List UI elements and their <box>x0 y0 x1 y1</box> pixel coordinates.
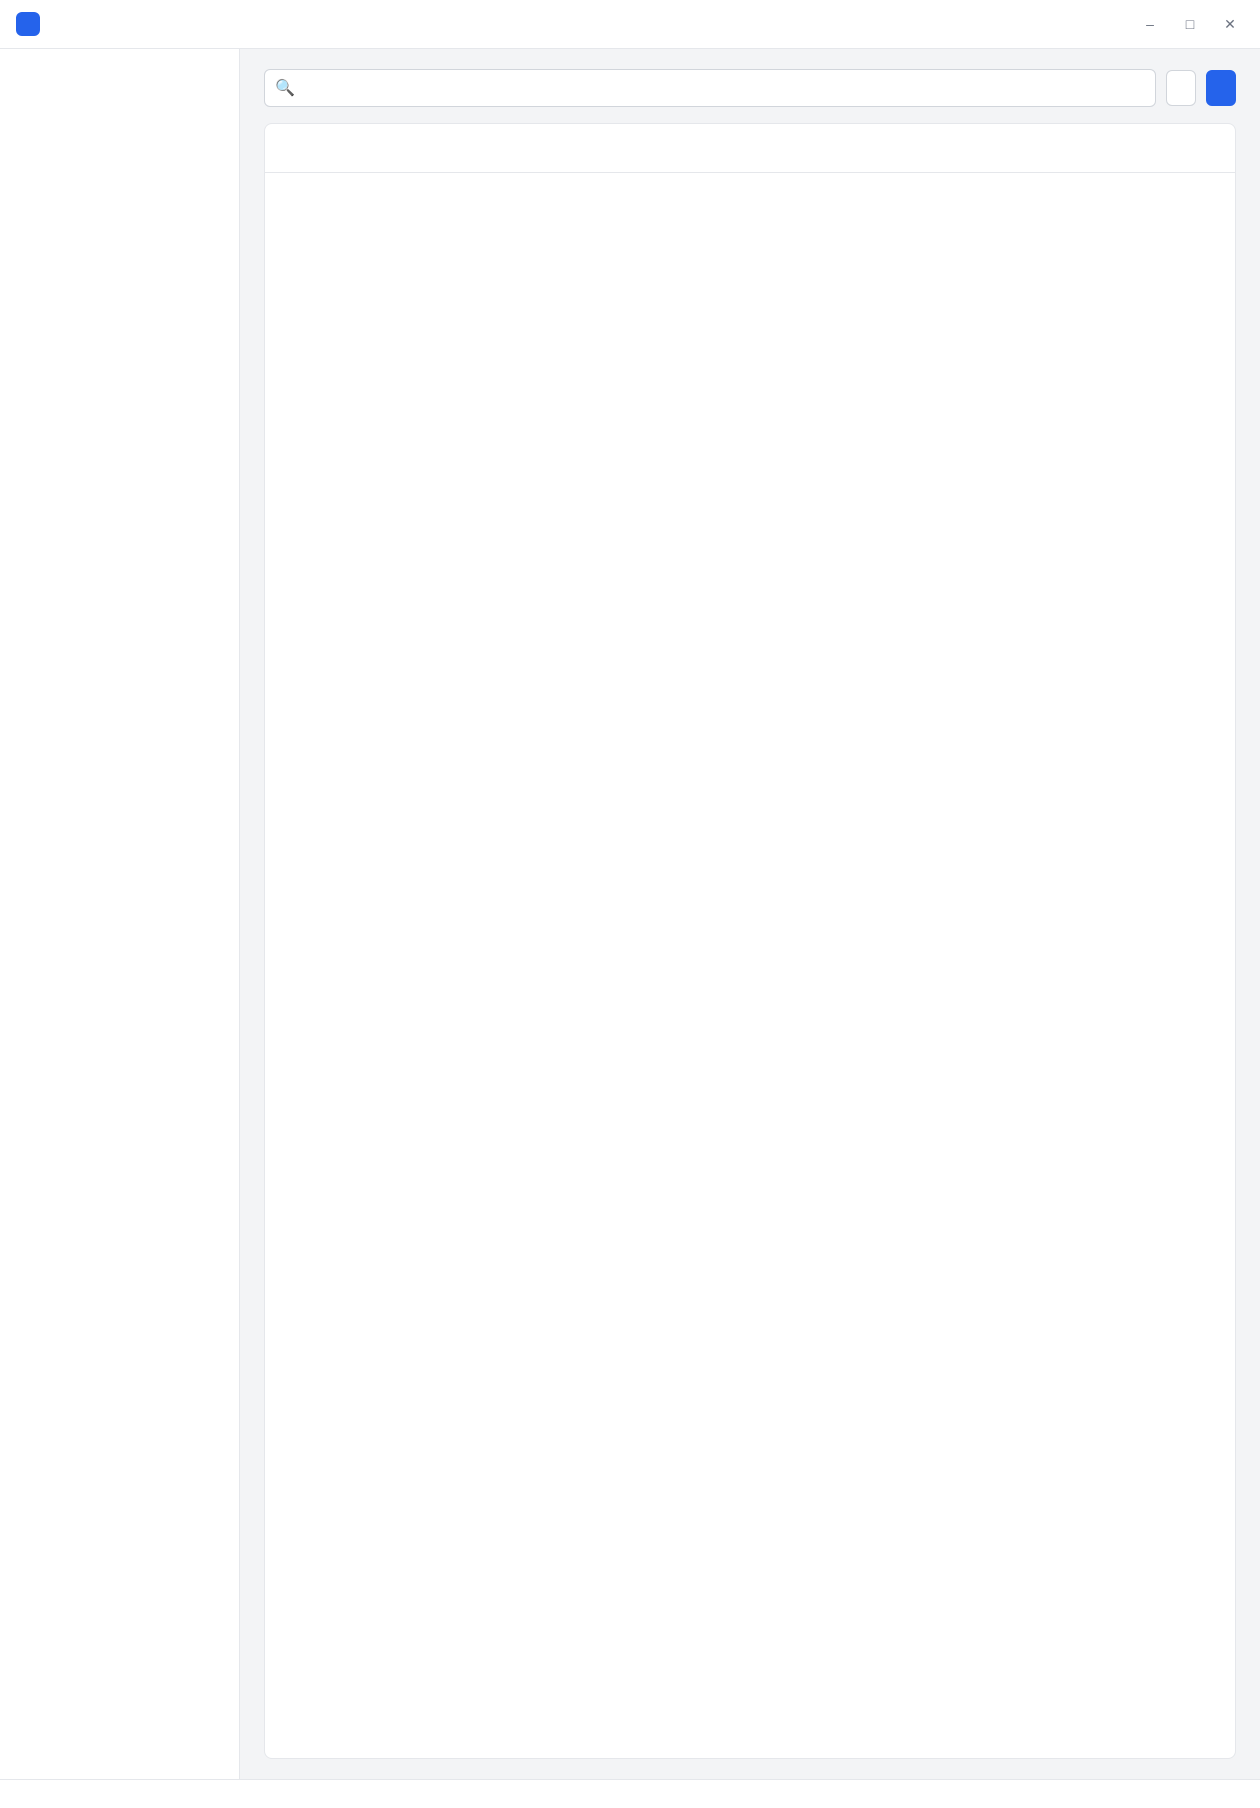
sidebar <box>0 49 240 1779</box>
title-bar: – □ ✕ <box>0 0 1260 49</box>
main-content: 🔍 <box>240 49 1260 1779</box>
secondary-button[interactable] <box>1166 70 1196 106</box>
content-card <box>264 123 1236 1759</box>
status-bar <box>0 1779 1260 1808</box>
app-window: – □ ✕ 🔍 <box>0 0 1260 1808</box>
search-input[interactable] <box>302 79 1145 97</box>
card-title <box>265 124 1235 173</box>
minimize-icon[interactable]: – <box>1136 10 1164 38</box>
app-body: 🔍 <box>0 49 1260 1779</box>
search-box: 🔍 <box>264 69 1156 107</box>
empty-state <box>265 173 1235 221</box>
primary-button[interactable] <box>1206 70 1236 106</box>
app-logo <box>16 12 40 36</box>
maximize-icon[interactable]: □ <box>1176 10 1204 38</box>
search-icon: 🔍 <box>275 80 295 97</box>
toolbar: 🔍 <box>264 69 1236 107</box>
close-icon[interactable]: ✕ <box>1216 10 1244 38</box>
